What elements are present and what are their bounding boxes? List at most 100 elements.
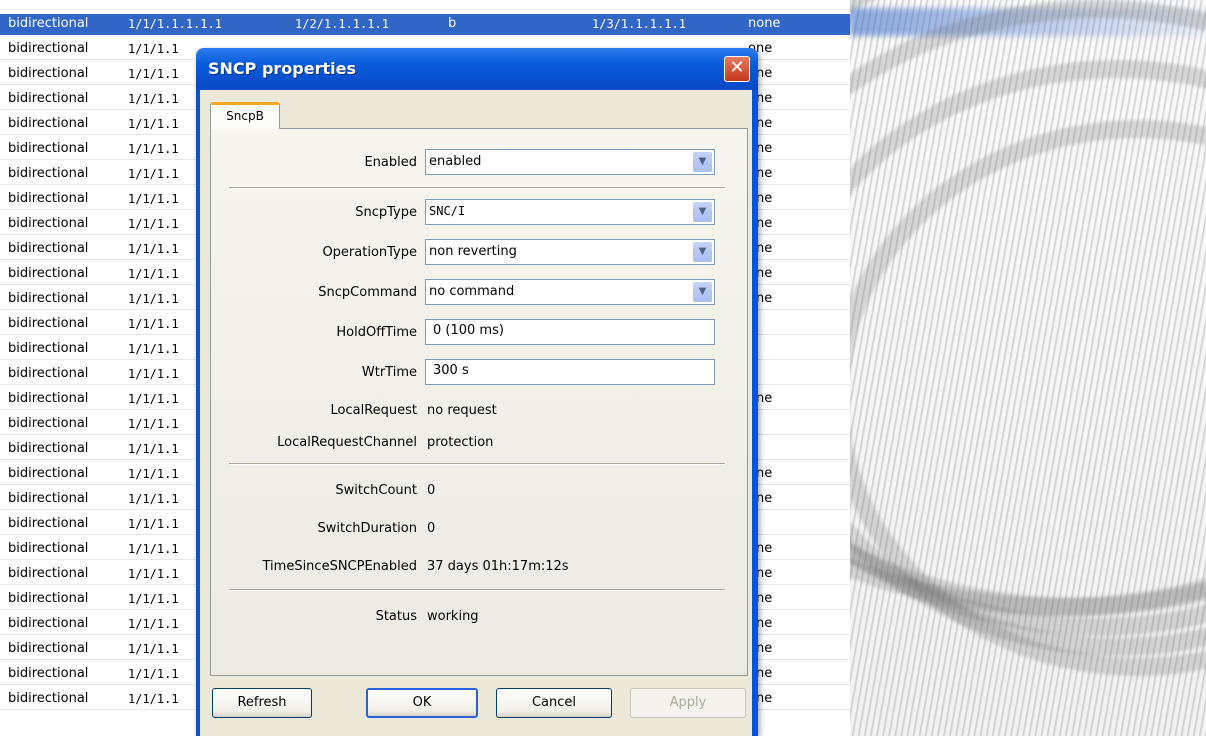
sncp-command-value: no command xyxy=(429,284,515,299)
table-cell: one xyxy=(748,216,773,231)
table-cell: bidirectional xyxy=(8,216,89,231)
table-cell: bidirectional xyxy=(8,316,89,331)
sncp-properties-dialog: SNCP properties ✕ SncpB Enabled enabled … xyxy=(196,48,758,736)
table-cell: one xyxy=(748,641,773,656)
table-cell xyxy=(748,314,828,334)
table-cell: one xyxy=(748,141,773,156)
switch-count-label: SwitchCount xyxy=(335,483,417,498)
sncp-type-value: SNC/I xyxy=(429,204,466,218)
table-row[interactable]: bidirectional 1/1/1.1.1.1.1 1/2/1.1.1.1.1 b… xyxy=(0,14,850,35)
chevron-down-icon[interactable]: ▼ xyxy=(693,282,712,302)
local-request-channel-value: protection xyxy=(427,435,494,450)
time-since-enabled-value: 37 days 01h:17m:12s xyxy=(427,559,569,574)
table-cell: 1/2/1.1.1.1.1 xyxy=(295,17,389,31)
table-cell: bidirectional xyxy=(8,466,89,481)
table-cell: bidirectional xyxy=(8,341,89,356)
table-cell: bidirectional xyxy=(8,16,89,31)
table-cell: bidirectional xyxy=(8,641,89,656)
local-request-value: no request xyxy=(427,403,497,418)
table-cell: one xyxy=(748,566,773,581)
table-cell: one xyxy=(748,266,773,281)
table-cell: bidirectional xyxy=(8,441,89,456)
table-cell: one xyxy=(748,91,773,106)
enabled-value: enabled xyxy=(429,154,482,169)
operation-type-value: non reverting xyxy=(429,244,517,259)
status-value: working xyxy=(427,609,479,624)
sncp-command-label: SncpCommand xyxy=(318,285,417,300)
chevron-down-icon[interactable]: ▼ xyxy=(693,152,712,172)
table-cell: one xyxy=(748,41,773,56)
sncp-command-select[interactable]: no command ▼ xyxy=(425,279,715,305)
switch-duration-value: 0 xyxy=(427,521,436,536)
local-request-channel-label: LocalRequestChannel xyxy=(277,435,417,450)
table-cell: bidirectional xyxy=(8,541,89,556)
table-cell: bidirectional xyxy=(8,141,89,156)
ok-button[interactable]: OK xyxy=(366,688,478,718)
table-cell xyxy=(748,439,828,459)
refresh-button[interactable]: Refresh xyxy=(212,688,312,718)
table-cell: one xyxy=(748,491,773,506)
hold-off-time-label: HoldOffTime xyxy=(336,325,417,340)
table-cell: bidirectional xyxy=(8,166,89,181)
table-cell: bidirectional xyxy=(8,91,89,106)
table-cell xyxy=(748,514,828,534)
wtr-time-input[interactable]: 300 s xyxy=(425,359,715,385)
dialog-title: SNCP properties xyxy=(208,59,356,78)
operation-type-label: OperationType xyxy=(322,245,417,260)
table-cell: bidirectional xyxy=(8,516,89,531)
chevron-down-icon[interactable]: ▼ xyxy=(693,202,712,222)
table-cell: one xyxy=(748,616,773,631)
table-cell: one xyxy=(748,291,773,306)
table-cell: one xyxy=(748,666,773,681)
table-cell: bidirectional xyxy=(8,266,89,281)
table-cell: one xyxy=(748,241,773,256)
hold-off-time-input[interactable]: 0 (100 ms) xyxy=(425,319,715,345)
operation-type-select[interactable]: non reverting ▼ xyxy=(425,239,715,265)
table-cell: none xyxy=(748,16,781,31)
local-request-label: LocalRequest xyxy=(330,403,418,418)
table-cell: bidirectional xyxy=(8,241,89,256)
table-cell: one xyxy=(748,466,773,481)
table-cell: bidirectional xyxy=(8,116,89,131)
table-cell: bidirectional xyxy=(8,416,89,431)
time-since-enabled-label: TimeSinceSNCPEnabled xyxy=(262,559,418,574)
dialog-client-area: SncpB Enabled enabled ▼ SncpType SNC/I ▼… xyxy=(200,90,752,736)
table-cell: bidirectional xyxy=(8,191,89,206)
table-cell: bidirectional xyxy=(8,691,89,706)
table-cell: 1/3/1.1.1.1.1 xyxy=(592,17,686,31)
table-cell: bidirectional xyxy=(8,616,89,631)
chevron-down-icon[interactable]: ▼ xyxy=(693,242,712,262)
divider xyxy=(229,187,725,189)
table-cell: one xyxy=(748,691,773,706)
enabled-label: Enabled xyxy=(364,155,417,170)
table-cell: bidirectional xyxy=(8,666,89,681)
table-cell: one xyxy=(748,66,773,81)
tab-sncpb[interactable]: SncpB xyxy=(210,102,280,129)
sncp-type-select[interactable]: SNC/I ▼ xyxy=(425,199,715,225)
tab-panel-sncpb: Enabled enabled ▼ SncpType SNC/I ▼ Opera… xyxy=(210,128,748,676)
table-cell xyxy=(748,339,828,359)
table-cell: one xyxy=(748,591,773,606)
table-cell: bidirectional xyxy=(8,366,89,381)
table-cell xyxy=(748,364,828,384)
blurred-background xyxy=(850,0,1206,736)
table-cell: one xyxy=(748,541,773,556)
table-cell: bidirectional xyxy=(8,391,89,406)
table-cell: bidirectional xyxy=(8,291,89,306)
close-icon[interactable]: ✕ xyxy=(724,56,750,82)
table-cell: bidirectional xyxy=(8,41,89,56)
enabled-select[interactable]: enabled ▼ xyxy=(425,149,715,175)
switch-count-value: 0 xyxy=(427,483,436,498)
cancel-button[interactable]: Cancel xyxy=(496,688,612,718)
switch-duration-label: SwitchDuration xyxy=(317,521,417,536)
table-cell: bidirectional xyxy=(8,566,89,581)
table-cell: one xyxy=(748,166,773,181)
apply-button[interactable]: Apply xyxy=(630,688,746,718)
table-cell: one xyxy=(748,391,773,406)
table-cell xyxy=(748,414,828,434)
sncp-type-label: SncpType xyxy=(355,205,417,220)
dialog-title-bar[interactable]: SNCP properties ✕ xyxy=(196,48,758,90)
table-cell: one xyxy=(748,116,773,131)
divider xyxy=(229,589,725,591)
table-cell: bidirectional xyxy=(8,591,89,606)
